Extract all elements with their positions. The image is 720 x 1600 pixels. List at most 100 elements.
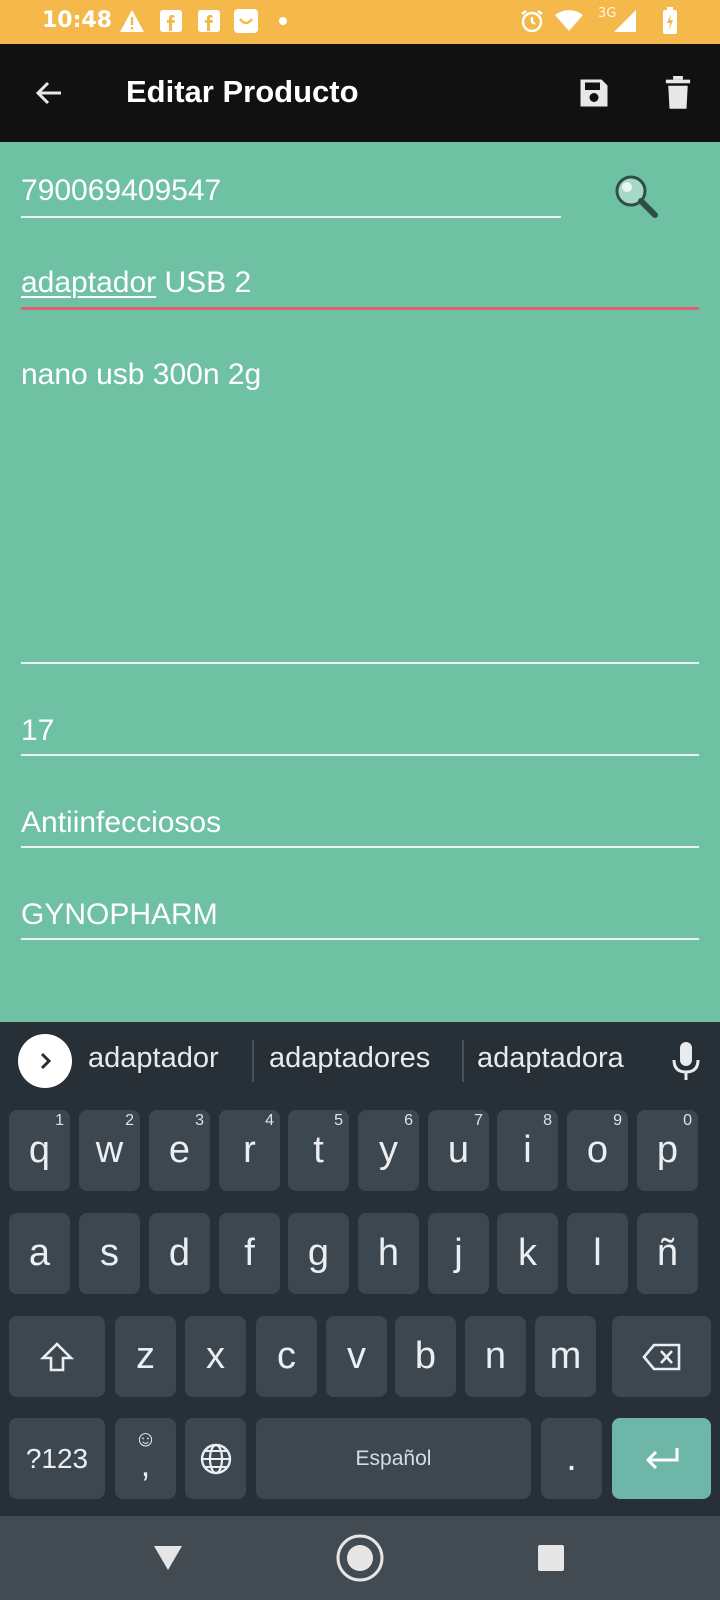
- key-5[interactable]: y6: [358, 1110, 419, 1191]
- brand-underline: [21, 938, 699, 940]
- status-time: 10:48: [42, 8, 113, 33]
- key-number-hint: 0: [683, 1112, 692, 1129]
- key-row3-1[interactable]: x: [185, 1316, 246, 1397]
- key-2[interactable]: e3: [149, 1110, 210, 1191]
- key-number-hint: 3: [195, 1112, 204, 1129]
- enter-key[interactable]: [612, 1418, 711, 1499]
- facebook-icon: [196, 8, 222, 34]
- category-field[interactable]: Antiinfecciosos: [21, 806, 699, 848]
- key-3[interactable]: r4: [219, 1110, 280, 1191]
- signal-icon: [612, 8, 638, 34]
- key-row2-0[interactable]: a: [9, 1213, 70, 1294]
- key-row2-5[interactable]: h: [358, 1213, 419, 1294]
- key-row3-6[interactable]: m: [535, 1316, 596, 1397]
- search-icon[interactable]: [612, 172, 662, 222]
- key-row2-4[interactable]: g: [288, 1213, 349, 1294]
- delete-icon[interactable]: [653, 68, 703, 118]
- key-row2-8[interactable]: l: [567, 1213, 628, 1294]
- system-nav-bar: [0, 1516, 720, 1600]
- expand-suggestions-button[interactable]: [18, 1034, 72, 1088]
- key-6[interactable]: u7: [428, 1110, 489, 1191]
- key-number-hint: 7: [474, 1112, 483, 1129]
- microphone-icon[interactable]: [668, 1040, 704, 1084]
- key-1[interactable]: w2: [79, 1110, 140, 1191]
- description-underline: [21, 662, 699, 664]
- app-bar: Editar Producto: [0, 44, 720, 142]
- key-label: i: [523, 1129, 532, 1171]
- barcode-underline: [21, 216, 561, 218]
- key-label: w: [95, 1129, 124, 1171]
- key-row3-2[interactable]: c: [256, 1316, 317, 1397]
- emoji-comma-key[interactable]: ☺ ,: [115, 1418, 176, 1499]
- alarm-icon: [518, 8, 546, 34]
- name-focus-underline: [21, 307, 699, 310]
- symbols-key[interactable]: ?123: [9, 1418, 105, 1499]
- key-row2-1[interactable]: s: [79, 1213, 140, 1294]
- name-field[interactable]: adaptador USB 2: [21, 266, 699, 310]
- key-label: y: [379, 1129, 398, 1171]
- quantity-field[interactable]: 17: [21, 714, 699, 756]
- barcode-value: 790069409547: [21, 174, 222, 207]
- key-number-hint: 6: [404, 1112, 413, 1129]
- key-row2-6[interactable]: j: [428, 1213, 489, 1294]
- space-key[interactable]: Español: [256, 1418, 531, 1499]
- key-label: u: [447, 1129, 470, 1171]
- dot-icon: [276, 8, 290, 34]
- category-value: Antiinfecciosos: [21, 806, 222, 839]
- nav-home-icon[interactable]: [334, 1532, 386, 1584]
- key-label: e: [168, 1129, 191, 1171]
- name-rest: USB 2: [156, 266, 252, 299]
- key-row3-5[interactable]: n: [465, 1316, 526, 1397]
- language-key[interactable]: [185, 1418, 246, 1499]
- key-number-hint: 2: [125, 1112, 134, 1129]
- barcode-field[interactable]: 790069409547: [21, 174, 561, 218]
- suggestion-divider: [252, 1040, 254, 1082]
- key-label: p: [656, 1129, 679, 1171]
- nav-recents-icon[interactable]: [525, 1532, 577, 1584]
- key-label: q: [28, 1129, 51, 1171]
- key-label: r: [243, 1129, 256, 1171]
- wifi-icon: [554, 8, 584, 34]
- battery-icon: [660, 7, 680, 34]
- key-9[interactable]: p0: [637, 1110, 698, 1191]
- save-icon[interactable]: [569, 68, 619, 118]
- suggestion-divider: [462, 1040, 464, 1082]
- description-field[interactable]: nano usb 300n 2g: [21, 358, 699, 664]
- suggestion-3[interactable]: adaptadora: [477, 1042, 624, 1075]
- period-key[interactable]: .: [541, 1418, 602, 1499]
- key-label: t: [313, 1129, 324, 1171]
- brand-field[interactable]: GYNOPHARM: [21, 898, 699, 940]
- key-7[interactable]: i8: [497, 1110, 558, 1191]
- soft-keyboard: adaptador adaptadores adaptadora ?123 ☺ …: [0, 1022, 720, 1516]
- key-row3-4[interactable]: b: [395, 1316, 456, 1397]
- key-row2-9[interactable]: ñ: [637, 1213, 698, 1294]
- description-value: nano usb 300n 2g: [21, 358, 262, 391]
- status-bar: 10:48 3G: [0, 0, 720, 44]
- key-number-hint: 1: [55, 1112, 64, 1129]
- key-number-hint: 8: [543, 1112, 552, 1129]
- key-number-hint: 9: [613, 1112, 622, 1129]
- comma-label: ,: [140, 1446, 151, 1484]
- key-row2-7[interactable]: k: [497, 1213, 558, 1294]
- key-row2-2[interactable]: d: [149, 1213, 210, 1294]
- key-0[interactable]: q1: [9, 1110, 70, 1191]
- suggestion-2[interactable]: adaptadores: [269, 1042, 430, 1075]
- key-number-hint: 4: [265, 1112, 274, 1129]
- key-number-hint: 5: [334, 1112, 343, 1129]
- nav-back-icon[interactable]: [142, 1532, 194, 1584]
- backspace-key[interactable]: [612, 1316, 711, 1397]
- category-underline: [21, 846, 699, 848]
- brand-value: GYNOPHARM: [21, 898, 218, 931]
- quantity-value: 17: [21, 714, 55, 747]
- page-title: Editar Producto: [126, 74, 359, 109]
- suggestion-1[interactable]: adaptador: [88, 1042, 219, 1075]
- shift-key[interactable]: [9, 1316, 105, 1397]
- key-row3-0[interactable]: z: [115, 1316, 176, 1397]
- key-row3-3[interactable]: v: [326, 1316, 387, 1397]
- facebook-icon: [158, 8, 184, 34]
- product-form: 790069409547 adaptador USB 2 nano usb 30…: [0, 142, 720, 1022]
- key-4[interactable]: t5: [288, 1110, 349, 1191]
- key-row2-3[interactable]: f: [219, 1213, 280, 1294]
- back-arrow-icon[interactable]: [24, 68, 74, 118]
- key-8[interactable]: o9: [567, 1110, 628, 1191]
